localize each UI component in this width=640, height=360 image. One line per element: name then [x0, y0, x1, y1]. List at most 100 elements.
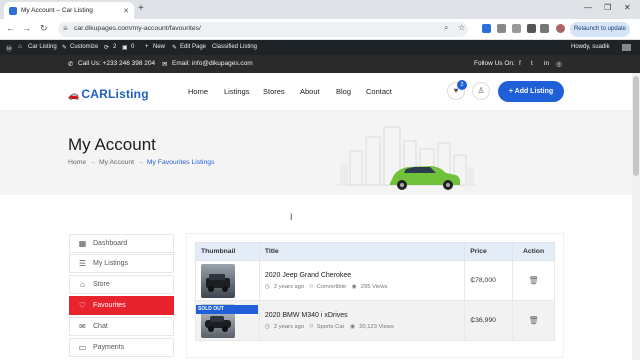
nav-stores[interactable]: Stores: [263, 87, 285, 96]
tag-icon: ⌑: [309, 323, 313, 330]
dashboard-icon: ▦: [78, 239, 87, 248]
sidebar-item-label: Chat: [93, 323, 108, 330]
jeep-image: [206, 273, 230, 292]
sidepanel-icon[interactable]: [527, 24, 536, 33]
favourites-table: Thumbnail Title Price Action 2020 Jeep G…: [195, 242, 555, 341]
updates-icon[interactable]: ⟳: [104, 44, 109, 51]
list-icon: ☰: [78, 259, 87, 268]
browser-tab-strip: My Account – Car Listing ✕ + — ❐ ✕: [0, 0, 640, 19]
sidebar-item-payments[interactable]: ▭ Payments: [69, 338, 174, 357]
reload-icon[interactable]: ↻: [40, 23, 48, 34]
camera-extension-icon[interactable]: [497, 24, 506, 33]
edit-icon[interactable]: ✎: [172, 44, 177, 51]
nav-listings[interactable]: Listings: [224, 87, 249, 96]
tab-favicon-icon: [9, 6, 17, 15]
facebook-icon[interactable]: f: [519, 60, 521, 67]
listing-views: 20,123 Views: [359, 323, 394, 330]
listing-age: 2 years ago: [273, 283, 305, 290]
listing-thumbnail[interactable]: [201, 263, 235, 298]
zoom-icon[interactable]: ⌕: [444, 23, 448, 33]
breadcrumb-home[interactable]: Home: [68, 159, 86, 166]
listing-price: ₵36,990: [464, 300, 514, 341]
tab-close-icon[interactable]: ✕: [123, 7, 129, 15]
twitter-icon[interactable]: t: [531, 60, 533, 67]
listing-price: ₵78,000: [464, 260, 514, 301]
linkedin-icon[interactable]: in: [544, 60, 549, 67]
nav-home[interactable]: Home: [188, 87, 208, 96]
col-thumbnail: Thumbnail: [195, 242, 260, 261]
updates-count[interactable]: 2: [113, 44, 116, 50]
comments-count[interactable]: 0: [131, 44, 134, 50]
wp-new[interactable]: New: [153, 44, 165, 50]
wp-howdy[interactable]: Howdy, suadik: [571, 44, 610, 50]
contact-top-bar: ✆ Call Us: +233 246 398 204 ✉ Email: inf…: [0, 55, 640, 73]
delete-favourite-icon[interactable]: 🗑: [528, 316, 538, 325]
page-scrollbar-thumb[interactable]: [633, 76, 639, 176]
breadcrumb-arrow-icon: →: [137, 159, 144, 166]
sidebar-item-chat[interactable]: ✉ Chat: [69, 317, 174, 336]
sidebar-item-my-listings[interactable]: ☰ My Listings: [69, 254, 174, 273]
tag-icon: ⌑: [309, 283, 313, 290]
contact-phone: Call Us: +233 246 398 204: [78, 60, 156, 67]
nav-contact[interactable]: Contact: [366, 87, 392, 96]
add-listing-button[interactable]: + Add Listing: [498, 81, 564, 102]
account-button[interactable]: ♙: [472, 82, 490, 100]
site-header: 🚗 CARListing Home Listings Stores About B…: [0, 73, 632, 111]
maximize-icon[interactable]: ❐: [604, 3, 611, 12]
listing-title[interactable]: 2020 Jeep Grand Cherokee: [265, 272, 459, 279]
sidebar-item-favourites[interactable]: ♡ Favourites: [69, 296, 174, 315]
relaunch-button[interactable]: Relaunch to update: [570, 22, 630, 37]
store-icon: ⌂: [80, 280, 85, 289]
nav-about[interactable]: About: [300, 87, 320, 96]
bookmark-star-icon[interactable]: ☆: [458, 23, 465, 32]
back-icon[interactable]: ←: [6, 23, 15, 33]
user-avatar[interactable]: [622, 44, 631, 51]
sidebar-item-label: Payments: [93, 344, 125, 351]
download-icon[interactable]: [540, 24, 549, 33]
email-icon: ✉: [162, 61, 168, 68]
new-icon[interactable]: +: [145, 44, 149, 50]
listing-category[interactable]: Sports Car: [317, 324, 345, 330]
profile-avatar-icon[interactable]: [556, 24, 565, 33]
comments-icon[interactable]: ▣: [122, 44, 128, 51]
user-icon: ♙: [477, 86, 485, 95]
customize-icon[interactable]: ✎: [62, 44, 67, 51]
browser-tab[interactable]: My Account – Car Listing ✕: [4, 2, 134, 19]
new-tab-icon[interactable]: +: [138, 3, 144, 14]
eye-icon: ◉: [351, 283, 357, 290]
text-cursor-icon: I: [290, 212, 293, 222]
col-title: Title: [258, 242, 466, 261]
listing-title[interactable]: 2020 BMW M340 i xDrives: [265, 312, 459, 319]
eye-icon: ◉: [350, 323, 356, 330]
wp-classified[interactable]: Classified Listing: [212, 44, 257, 50]
nav-blog[interactable]: Blog: [336, 87, 351, 96]
wp-admin-bar: Ⓦ ⌂ Car Listing ✎ Customize ⟳ 2 ▣ 0 + Ne…: [0, 40, 640, 55]
listing-category[interactable]: Convertible: [317, 284, 346, 290]
follow-label: Follow Us On:: [474, 60, 515, 67]
minimize-icon[interactable]: —: [584, 3, 592, 12]
sidebar-item-store[interactable]: ⌂ Store: [69, 275, 174, 294]
listing-views: 295 Views: [360, 283, 388, 290]
site-info-icon[interactable]: ≡: [63, 24, 68, 33]
sidebar-item-dashboard[interactable]: ▦ Dashboard: [69, 234, 174, 253]
breadcrumb: Home → My Account → My Favourites Listings: [68, 159, 215, 166]
window-close-icon[interactable]: ✕: [624, 3, 631, 12]
site-logo[interactable]: 🚗 CARListing: [68, 87, 149, 101]
breadcrumb-my-account[interactable]: My Account: [99, 159, 134, 166]
instagram-icon[interactable]: ◎: [556, 60, 562, 68]
sidebar-item-label: My Listings: [93, 260, 129, 267]
forward-icon[interactable]: →: [22, 23, 31, 33]
delete-favourite-icon[interactable]: 🗑: [528, 276, 538, 285]
puzzle-extensions-icon[interactable]: [512, 24, 521, 33]
wp-site-icon[interactable]: ⌂: [18, 44, 22, 50]
wordpress-logo-icon[interactable]: Ⓦ: [6, 44, 12, 53]
wp-edit-page[interactable]: Edit Page: [180, 44, 206, 50]
address-bar[interactable]: ≡ car.dikupages.com/my-account/favourite…: [58, 22, 468, 37]
extension-icon[interactable]: [482, 24, 491, 33]
wp-site-name[interactable]: Car Listing: [28, 44, 57, 50]
wp-customize[interactable]: Customize: [70, 44, 98, 50]
heart-icon: ♡: [78, 301, 87, 310]
phone-icon: ✆: [68, 61, 74, 68]
favourites-count-badge: 2: [457, 80, 467, 90]
page-hero: My Account Home → My Account → My Favourites…: [0, 111, 632, 195]
